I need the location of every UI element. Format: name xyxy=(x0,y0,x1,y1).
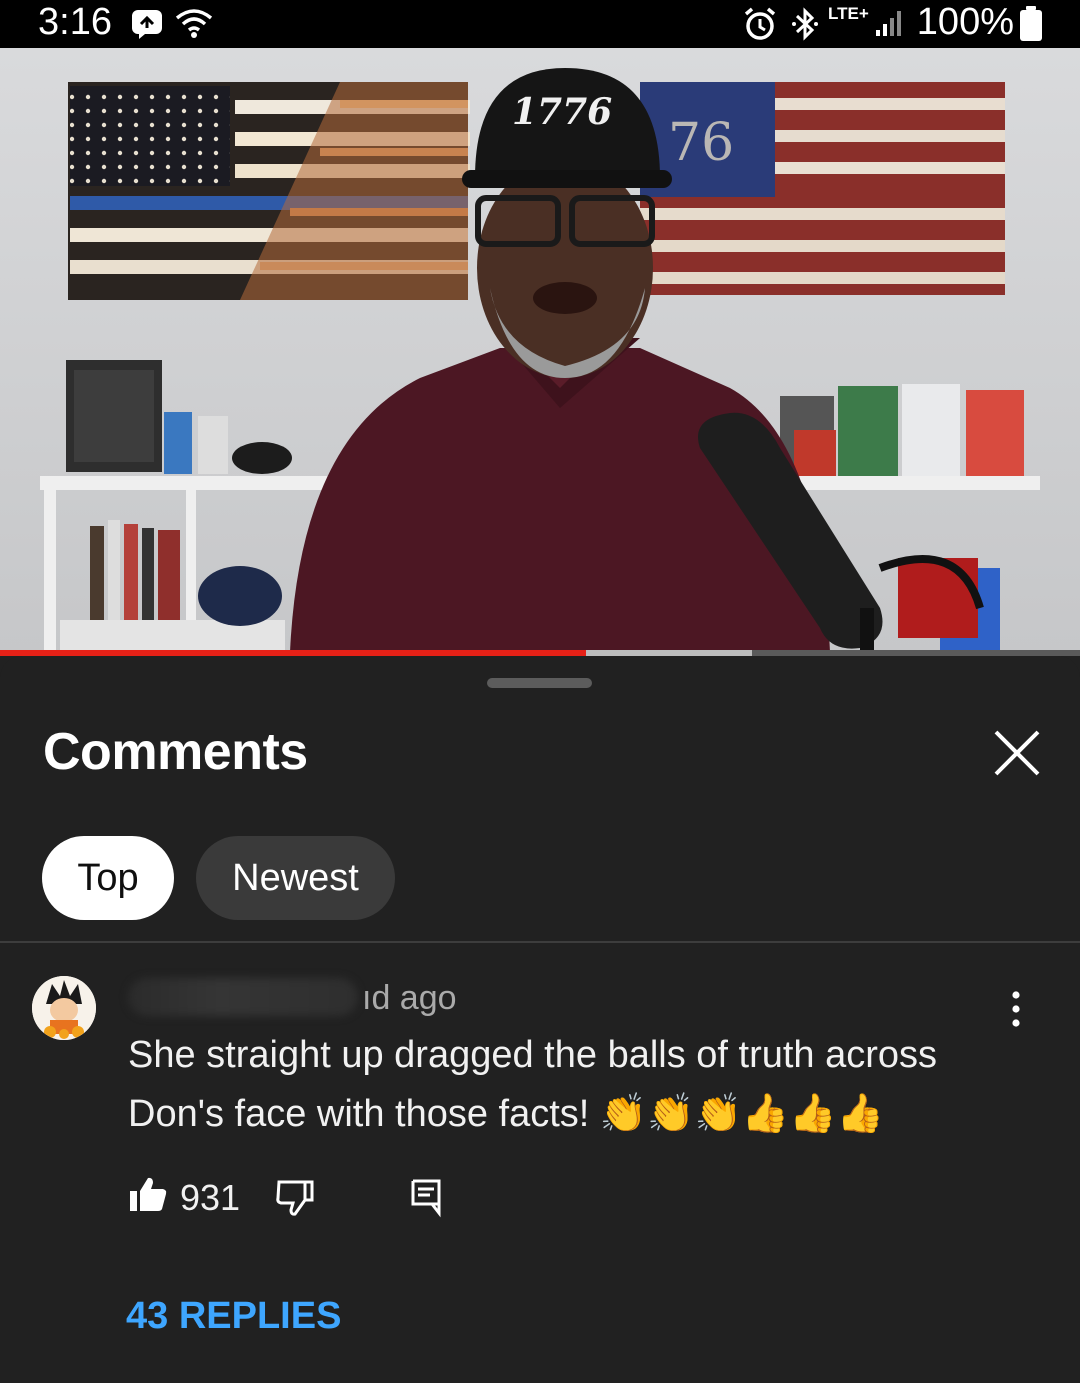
wifi-icon xyxy=(174,6,214,45)
comment-timestamp: ıd ago xyxy=(362,979,457,1017)
reply-button[interactable] xyxy=(410,1178,442,1218)
sort-chip-top[interactable]: Top xyxy=(42,836,174,920)
comment-reply-icon xyxy=(411,1179,441,1218)
status-time: 3:16 xyxy=(38,1,112,43)
status-bar: 3:16 LTE+ 100% xyxy=(0,0,1080,48)
battery-icon xyxy=(1018,6,1044,47)
comment-text: She straight up dragged the balls of tru… xyxy=(128,1034,938,1135)
like-count: 931 xyxy=(180,1177,241,1218)
alarm-icon xyxy=(742,6,778,47)
bluetooth-icon xyxy=(790,6,820,47)
lte-label: LTE+ xyxy=(828,4,869,23)
close-icon xyxy=(994,730,1040,776)
comments-title: Comments xyxy=(43,723,308,781)
author-name-redacted xyxy=(128,978,358,1016)
avatar[interactable] xyxy=(32,976,96,1040)
view-replies-button[interactable]: 43 REPLIES xyxy=(126,1294,341,1338)
avatar-image xyxy=(32,976,96,1040)
cap-text: 1776 xyxy=(512,91,612,133)
thumbs-down-icon xyxy=(276,1180,314,1216)
video-frame-image: 76 1776 xyxy=(0,48,1080,652)
dislike-button[interactable] xyxy=(275,1178,315,1218)
thumbs-up-icon xyxy=(130,1177,167,1211)
close-button[interactable] xyxy=(990,726,1044,780)
left-flag xyxy=(68,82,470,300)
sort-chip-newest[interactable]: Newest xyxy=(196,836,395,920)
divider xyxy=(0,941,1080,943)
message-icon xyxy=(130,8,164,45)
signal-icon xyxy=(874,8,906,43)
comments-sheet: Comments Top Newest ıd ago She straight xyxy=(0,656,1080,1383)
right-flag: 76 xyxy=(640,82,1005,295)
flag-text: 76 xyxy=(668,113,734,173)
drag-handle[interactable] xyxy=(487,678,592,688)
video-player[interactable]: 76 1776 xyxy=(0,48,1080,652)
like-button[interactable] xyxy=(128,1174,168,1214)
battery-percent: 100% xyxy=(916,1,1014,43)
